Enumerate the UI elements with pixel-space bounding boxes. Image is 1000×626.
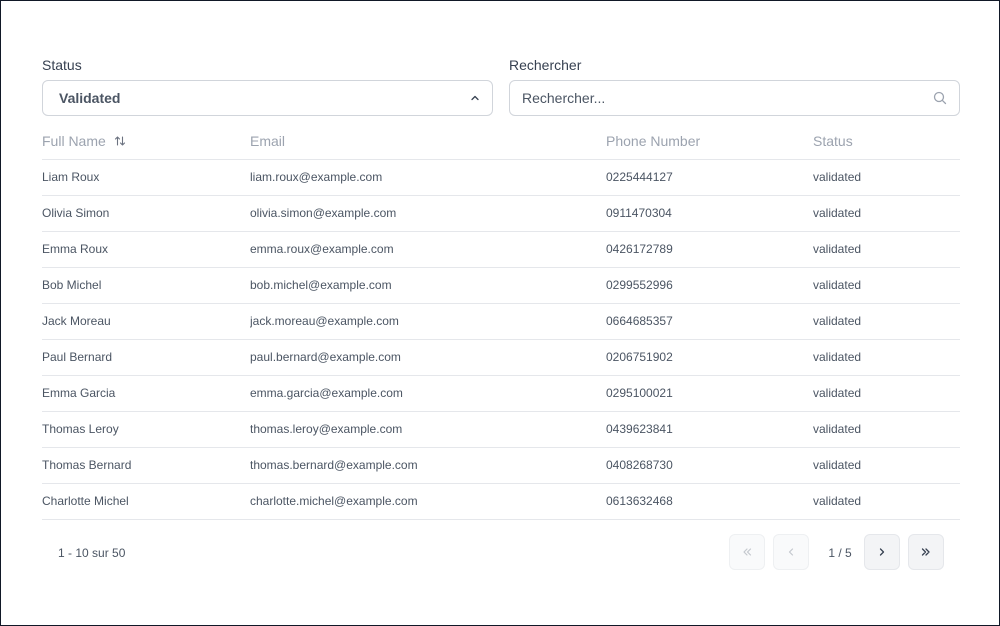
pagination-bar: 1 - 10 sur 50 1 / 5 xyxy=(42,534,960,572)
table-row: Emma Roux emma.roux@example.com 04261727… xyxy=(42,231,960,268)
cell-phone: 0426172789 xyxy=(606,231,813,268)
cell-phone: 0225444127 xyxy=(606,159,813,196)
table-row: Bob Michel bob.michel@example.com 029955… xyxy=(42,267,960,304)
cell-email: liam.roux@example.com xyxy=(250,159,606,196)
cell-email: olivia.simon@example.com xyxy=(250,195,606,232)
table-row: Thomas Leroy thomas.leroy@example.com 04… xyxy=(42,411,960,448)
cell-phone: 0664685357 xyxy=(606,303,813,340)
cell-email: paul.bernard@example.com xyxy=(250,339,606,376)
cell-full-name: Emma Garcia xyxy=(42,375,250,412)
cell-email: charlotte.michel@example.com xyxy=(250,483,606,520)
cell-status: validated xyxy=(813,303,960,340)
cell-phone: 0439623841 xyxy=(606,411,813,448)
chevrons-right-icon xyxy=(921,548,930,556)
column-header-status: Status xyxy=(813,123,960,160)
last-page-button[interactable] xyxy=(908,534,944,570)
cell-full-name: Charlotte Michel xyxy=(42,483,250,520)
search-input[interactable] xyxy=(510,81,930,115)
table-header-row: Full Name Email Phone Number Status xyxy=(42,123,960,160)
pagination-range: 1 - 10 sur 50 xyxy=(58,546,126,560)
cell-full-name: Thomas Bernard xyxy=(42,447,250,484)
cell-phone: 0299552996 xyxy=(606,267,813,304)
cell-full-name: Olivia Simon xyxy=(42,195,250,232)
sort-arrows-icon[interactable] xyxy=(114,135,126,147)
status-filter-label: Status xyxy=(42,57,82,73)
cell-full-name: Liam Roux xyxy=(42,159,250,196)
search-box xyxy=(509,80,960,116)
column-header-full-name[interactable]: Full Name xyxy=(42,123,250,160)
status-filter: Status Validated xyxy=(42,56,493,116)
table-row: Liam Roux liam.roux@example.com 02254441… xyxy=(42,159,960,196)
chevron-left-icon xyxy=(788,548,794,556)
cell-phone: 0295100021 xyxy=(606,375,813,412)
table-row: Paul Bernard paul.bernard@example.com 02… xyxy=(42,339,960,376)
cell-status: validated xyxy=(813,339,960,376)
page-indicator: 1 / 5 xyxy=(828,546,852,560)
cell-phone: 0206751902 xyxy=(606,339,813,376)
cell-status: validated xyxy=(813,411,960,448)
cell-email: thomas.bernard@example.com xyxy=(250,447,606,484)
cell-email: emma.garcia@example.com xyxy=(250,375,606,412)
table-row: Olivia Simon olivia.simon@example.com 09… xyxy=(42,195,960,232)
cell-email: jack.moreau@example.com xyxy=(250,303,606,340)
cell-email: emma.roux@example.com xyxy=(250,231,606,268)
cell-full-name: Paul Bernard xyxy=(42,339,250,376)
cell-phone: 0911470304 xyxy=(606,195,813,232)
search-filter-label: Rechercher xyxy=(509,57,582,73)
cell-status: validated xyxy=(813,483,960,520)
users-table: Full Name Email Phone Number Status Liam… xyxy=(42,123,960,520)
chevrons-left-icon xyxy=(743,548,752,556)
cell-status: validated xyxy=(813,195,960,232)
first-page-button[interactable] xyxy=(729,534,765,570)
cell-email: thomas.leroy@example.com xyxy=(250,411,606,448)
column-header-email: Email xyxy=(250,123,606,160)
search-filter: Rechercher xyxy=(509,56,960,116)
table-row: Charlotte Michel charlotte.michel@exampl… xyxy=(42,483,960,520)
next-page-button[interactable] xyxy=(864,534,900,570)
cell-full-name: Emma Roux xyxy=(42,231,250,268)
cell-full-name: Thomas Leroy xyxy=(42,411,250,448)
cell-full-name: Jack Moreau xyxy=(42,303,250,340)
previous-page-button[interactable] xyxy=(773,534,809,570)
column-header-phone-number: Phone Number xyxy=(606,123,813,160)
cell-status: validated xyxy=(813,231,960,268)
cell-full-name: Bob Michel xyxy=(42,267,250,304)
cell-status: validated xyxy=(813,447,960,484)
table-row: Thomas Bernard thomas.bernard@example.co… xyxy=(42,447,960,484)
app-frame: Status Validated Rechercher Rechercher..… xyxy=(0,0,1000,626)
status-select[interactable]: Validated xyxy=(42,80,493,116)
cell-status: validated xyxy=(813,159,960,196)
cell-phone: 0613632468 xyxy=(606,483,813,520)
chevron-up-icon xyxy=(471,95,479,101)
chevron-right-icon xyxy=(879,548,885,556)
column-header-label: Full Name xyxy=(42,132,106,149)
cell-email: bob.michel@example.com xyxy=(250,267,606,304)
filters-bar: Status Validated Rechercher xyxy=(42,56,960,116)
cell-status: validated xyxy=(813,375,960,412)
table-row: Emma Garcia emma.garcia@example.com 0295… xyxy=(42,375,960,412)
table-row: Jack Moreau jack.moreau@example.com 0664… xyxy=(42,303,960,340)
cell-phone: 0408268730 xyxy=(606,447,813,484)
cell-status: validated xyxy=(813,267,960,304)
status-select-value: Validated xyxy=(59,90,121,106)
search-icon[interactable] xyxy=(933,91,947,105)
